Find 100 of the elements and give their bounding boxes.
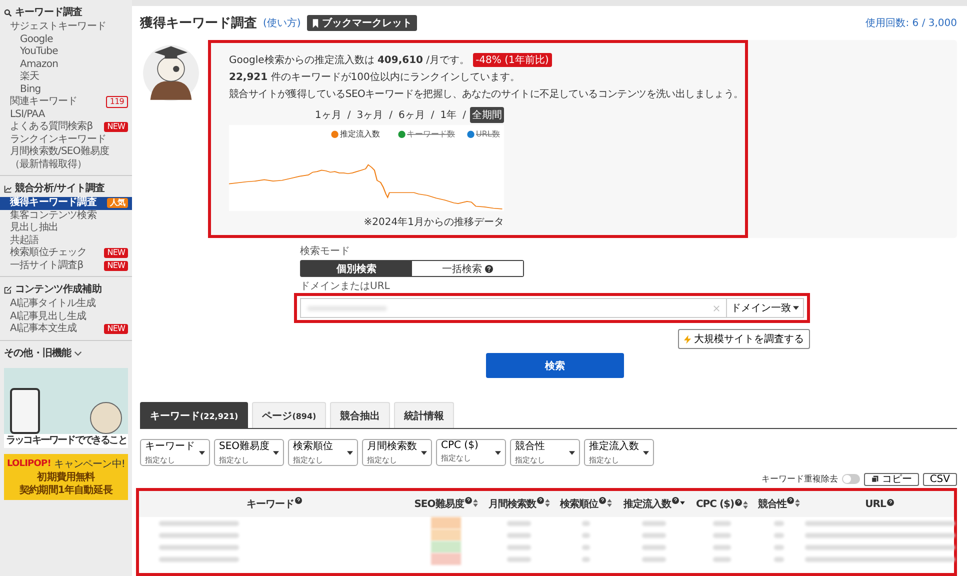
sidebar-item[interactable]: 一括サイト調査β NEW: [0, 260, 132, 272]
blurred-text: [642, 556, 666, 562]
column-header[interactable]: 月間検索数: [488, 497, 550, 511]
bookmarklet-button[interactable]: ブックマークレット: [306, 15, 417, 31]
period-tab[interactable]: 1ヶ月: [313, 107, 344, 123]
field-label: ドメインまたはURL: [300, 281, 391, 293]
phone-drawing: [10, 388, 40, 434]
campaign-banner[interactable]: LOLIPOP! キャンペーン中! 初期費用無料 契約期間1年自動延長: [4, 454, 128, 500]
banner-headline: 初期費用無料: [36, 470, 96, 484]
sidebar-subitem[interactable]: Amazon: [0, 58, 132, 71]
match-dropdown[interactable]: ドメイン一致: [727, 298, 804, 318]
column-header[interactable]: CPC ($): [696, 498, 748, 510]
sidebar-item[interactable]: ランクインキーワード: [0, 134, 132, 146]
column-header[interactable]: SEO難易度: [414, 497, 478, 511]
help-icon: [886, 498, 894, 506]
column-header[interactable]: 検索順位: [560, 497, 612, 511]
copy-button[interactable]: コピー: [864, 472, 919, 486]
sort-icon: [472, 499, 478, 507]
result-tab[interactable]: 競合抽出: [330, 402, 390, 428]
how-to-link[interactable]: (使い方): [263, 16, 301, 30]
legend-item[interactable]: URL数: [467, 128, 500, 140]
blurred-text: [507, 520, 531, 526]
column-header[interactable]: キーワード: [246, 497, 302, 511]
sidebar-item[interactable]: 共起語: [0, 234, 132, 247]
sidebar-item[interactable]: サジェストキーワード: [0, 21, 132, 34]
sidebar-item[interactable]: LSI/PAA: [0, 108, 132, 121]
blurred-text: [507, 544, 531, 550]
period-tab[interactable]: 1年: [438, 107, 459, 123]
sidebar-subitem[interactable]: YouTube: [0, 46, 132, 58]
caret-icon: [569, 450, 575, 454]
feature-banner[interactable]: ラッコキーワードでできること: [4, 368, 128, 448]
blurred-text: [713, 532, 731, 538]
toggle-label: キーワード重複除去: [761, 474, 838, 485]
sidebar-subitem[interactable]: Bing: [0, 84, 132, 96]
chart-icon: [4, 184, 12, 192]
chart-note: ※2024年1月からの推移データ: [362, 216, 504, 229]
blurred-text: [713, 544, 731, 550]
sidebar-item[interactable]: AI記事見出し生成: [0, 310, 132, 323]
blurred-text: [507, 532, 531, 538]
caret-icon: [495, 450, 501, 454]
result-tab[interactable]: 統計情報: [394, 402, 454, 428]
blurred-text: [713, 520, 731, 526]
banner-headline: 契約期間1年自動延長: [18, 484, 114, 496]
sidebar-item[interactable]: 月間検索数/SEO難易度（最新情報取得）: [0, 146, 132, 171]
clear-icon[interactable]: [713, 304, 720, 312]
sidebar-subitem[interactable]: 楽天: [0, 71, 132, 84]
separator-slash: /: [462, 110, 466, 120]
caret-icon: [199, 450, 205, 454]
result-tab[interactable]: ページ(894): [252, 402, 326, 428]
sidebar-item[interactable]: 集客コンテンツ検索: [0, 210, 132, 222]
help-icon: [485, 264, 493, 272]
column-header[interactable]: 推定流入数: [623, 497, 685, 511]
caret-icon: [347, 450, 353, 454]
caret-icon: [273, 450, 279, 454]
csv-button[interactable]: CSV: [922, 472, 957, 486]
sort-icon: [544, 499, 550, 507]
help-icon: [672, 497, 679, 504]
period-tab[interactable]: 3ヶ月: [354, 107, 386, 123]
period-tab[interactable]: 6ヶ月: [396, 107, 427, 123]
domain-input-field[interactable]: [300, 298, 727, 318]
lightning-icon: [684, 334, 691, 344]
column-header[interactable]: URL: [865, 498, 894, 510]
period-tab[interactable]: 全期間: [470, 107, 504, 123]
blurred-text: [642, 520, 666, 526]
ranking-summary: 22,921 件のキーワードが100位以内にランクインしています。: [229, 70, 521, 84]
description-text: 競合サイトが獲得しているSEOキーワードを把握し、あなたのサイトに不足しているコンテンツを洗い出しましょう。: [229, 88, 744, 101]
traffic-summary: Google検索からの推定流入数は 409,610 /月です。: [229, 54, 470, 67]
sidebar-section-title: コンテンツ作成補助: [0, 281, 132, 298]
sidebar-item[interactable]: 見出し抽出: [0, 222, 132, 234]
search-icon: [4, 8, 12, 16]
result-tab[interactable]: キーワード(22,921): [140, 402, 248, 428]
legend-item[interactable]: キーワード数: [398, 128, 456, 140]
banner-caption: ラッコキーワードでできること: [4, 434, 128, 448]
chevron-icon: [74, 350, 82, 356]
sidebar-item[interactable]: 関連キーワード 119: [0, 96, 132, 108]
banner-tag: キャンペーン中!: [54, 456, 125, 470]
legend-item[interactable]: 推定流入数: [331, 128, 380, 140]
search-button[interactable]: 検索: [486, 353, 624, 378]
sort-icon: [743, 500, 748, 508]
sort-descending-icon: [680, 499, 685, 507]
field-label: 検索モード: [300, 246, 351, 258]
blurred-text: [642, 544, 666, 550]
separator-slash: /: [430, 110, 434, 120]
sidebar-item[interactable]: 検索順位チェック NEW: [0, 247, 132, 260]
caret-icon: [793, 306, 799, 310]
sidebar-item[interactable]: 獲得キーワード調査 人気: [0, 197, 132, 210]
edit-icon: [4, 286, 12, 294]
copy-icon: [870, 475, 879, 483]
sidebar-item[interactable]: AI記事タイトル生成: [0, 298, 132, 310]
column-header[interactable]: 競合性: [758, 497, 800, 511]
sidebar-item[interactable]: よくある質問検索β NEW: [0, 121, 132, 134]
sidebar-subitem[interactable]: Google: [0, 34, 132, 46]
large-site-button[interactable]: 大規模サイトを調査する: [678, 329, 810, 349]
dedupe-toggle[interactable]: [842, 474, 860, 484]
help-icon: [536, 497, 544, 504]
sidebar-item[interactable]: AI記事本文生成 NEW: [0, 323, 132, 336]
search-mode-tab[interactable]: 個別検索: [301, 261, 412, 276]
more-features-toggle[interactable]: その他・旧機能: [0, 344, 132, 362]
page-title: 獲得キーワード調査: [140, 14, 257, 32]
help-icon: [787, 497, 794, 504]
